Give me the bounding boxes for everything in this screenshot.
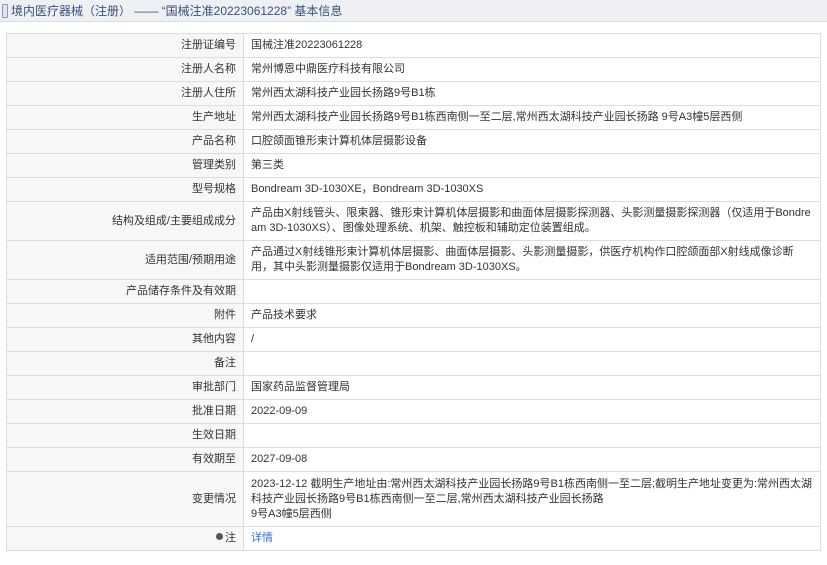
table-row-other-content: 其他内容 /: [6, 327, 821, 352]
row-value: 产品由X射线管头、限束器、锥形束计算机体层摄影和曲面体层摄影探测器、头影测量摄影…: [243, 201, 821, 241]
row-label: 注: [6, 526, 244, 551]
row-value: 口腔颌面锥形束计算机体层摄影设备: [243, 129, 821, 154]
row-label: 审批部门: [6, 375, 244, 400]
row-value: 2023-12-12 截明生产地址由:常州西太湖科技产业园长扬路9号B1栋西南侧…: [243, 471, 821, 527]
row-value: [243, 279, 821, 304]
table-row-production-address: 生产地址 常州西太湖科技产业园长扬路9号B1栋西南侧一至二层,常州西太湖科技产业…: [6, 105, 821, 130]
table-row-registration-number: 注册证编号 国械注准20223061228: [6, 33, 821, 58]
row-value: 2027-09-08: [243, 447, 821, 472]
table-row-model-spec: 型号规格 Bondream 3D-1030XE，Bondream 3D-1030…: [6, 177, 821, 202]
row-label: 有效期至: [6, 447, 244, 472]
row-value: 第三类: [243, 153, 821, 178]
row-label: 注册人住所: [6, 81, 244, 106]
table-row-approval-date: 批准日期 2022-09-09: [6, 399, 821, 424]
table-row-product-name: 产品名称 口腔颌面锥形束计算机体层摄影设备: [6, 129, 821, 154]
row-value: Bondream 3D-1030XE，Bondream 3D-1030XS: [243, 177, 821, 202]
row-value: 国械注准20223061228: [243, 33, 821, 58]
table-row-valid-until: 有效期至 2027-09-08: [6, 447, 821, 472]
row-label: 产品名称: [6, 129, 244, 154]
table-row-approval-department: 审批部门 国家药品监督管理局: [6, 375, 821, 400]
pin-icon: [216, 533, 223, 540]
row-label: 生产地址: [6, 105, 244, 130]
page-header: 境内医疗器械（注册） —— “国械注准20223061228” 基本信息: [0, 0, 827, 22]
row-value: [243, 423, 821, 448]
row-label: 注册人名称: [6, 57, 244, 82]
table-row-note: 注 详情: [6, 526, 821, 551]
table-row-registrant-address: 注册人住所 常州西太湖科技产业园长扬路9号B1栋: [6, 81, 821, 106]
change-history-text-continued: 9号A3幢5层西侧: [251, 507, 332, 520]
row-value: 2022-09-09: [243, 399, 821, 424]
change-history-text: 2023-12-12 截明生产地址由:常州西太湖科技产业园长扬路9号B1栋西南侧…: [251, 477, 813, 505]
row-label: 管理类别: [6, 153, 244, 178]
row-value: 产品技术要求: [243, 303, 821, 328]
registration-info-table: 注册证编号 国械注准20223061228 注册人名称 常州博恩中鼎医疗科技有限…: [6, 33, 821, 551]
details-link[interactable]: 详情: [251, 532, 273, 544]
table-row-storage-conditions: 产品储存条件及有效期: [6, 279, 821, 304]
table-row-intended-use: 适用范围/预期用途 产品通过X射线锥形束计算机体层摄影、曲面体层摄影、头影测量摄…: [6, 240, 821, 280]
row-label: 批准日期: [6, 399, 244, 424]
row-value: 常州西太湖科技产业园长扬路9号B1栋西南侧一至二层,常州西太湖科技产业园长扬路 …: [243, 105, 821, 130]
table-row-structure-composition: 结构及组成/主要组成成分 产品由X射线管头、限束器、锥形束计算机体层摄影和曲面体…: [6, 201, 821, 241]
row-label: 结构及组成/主要组成成分: [6, 201, 244, 241]
row-value: 国家药品监督管理局: [243, 375, 821, 400]
row-value: 产品通过X射线锥形束计算机体层摄影、曲面体层摄影、头影测量摄影，供医疗机构作口腔…: [243, 240, 821, 280]
row-label: 其他内容: [6, 327, 244, 352]
page-title: 境内医疗器械（注册） —— “国械注准20223061228” 基本信息: [11, 4, 343, 18]
table-row-change-history: 变更情况 2023-12-12 截明生产地址由:常州西太湖科技产业园长扬路9号B…: [6, 471, 821, 527]
note-label: 注: [225, 532, 236, 544]
row-value: [243, 351, 821, 376]
row-value: 常州西太湖科技产业园长扬路9号B1栋: [243, 81, 821, 106]
table-row-remarks: 备注: [6, 351, 821, 376]
row-label: 产品储存条件及有效期: [6, 279, 244, 304]
row-value: /: [243, 327, 821, 352]
table-row-effective-date: 生效日期: [6, 423, 821, 448]
table-row-management-category: 管理类别 第三类: [6, 153, 821, 178]
row-label: 附件: [6, 303, 244, 328]
table-row-attachment: 附件 产品技术要求: [6, 303, 821, 328]
row-label: 备注: [6, 351, 244, 376]
row-label: 型号规格: [6, 177, 244, 202]
document-icon: [2, 3, 8, 18]
row-label: 生效日期: [6, 423, 244, 448]
row-label: 变更情况: [6, 471, 244, 527]
row-value: 详情: [243, 526, 821, 551]
row-label: 注册证编号: [6, 33, 244, 58]
row-label: 适用范围/预期用途: [6, 240, 244, 280]
row-value: 常州博恩中鼎医疗科技有限公司: [243, 57, 821, 82]
table-row-registrant-name: 注册人名称 常州博恩中鼎医疗科技有限公司: [6, 57, 821, 82]
